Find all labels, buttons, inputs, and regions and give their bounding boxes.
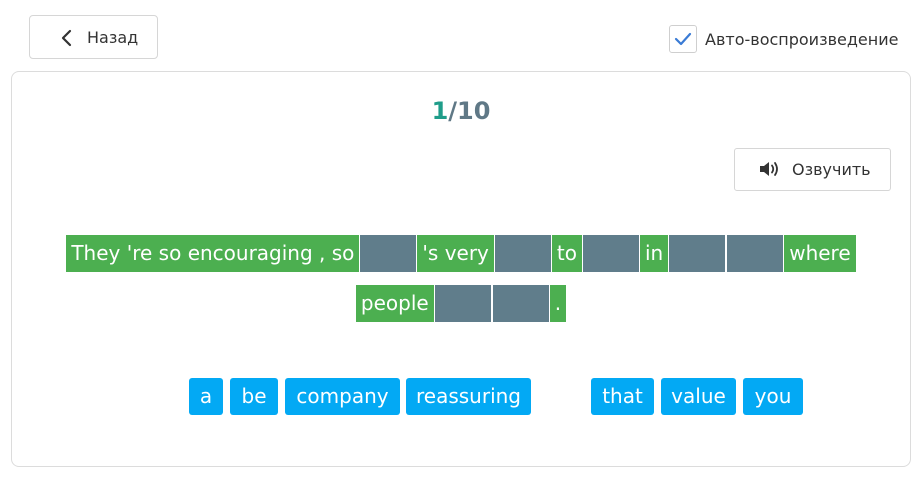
sentence-line-1: They 're so encouraging , so 's very to …: [12, 235, 910, 272]
blank-slot[interactable]: [727, 235, 784, 272]
sentence-segment: where: [784, 235, 856, 272]
progress-total: /10: [448, 97, 491, 125]
blank-slot[interactable]: [360, 235, 417, 272]
word-chip[interactable]: company: [285, 378, 400, 415]
word-chip[interactable]: be: [230, 378, 278, 415]
word-chip[interactable]: value: [661, 378, 736, 415]
back-button-label: Назад: [87, 28, 139, 47]
speak-button[interactable]: Озвучить: [734, 148, 891, 191]
sentence-segment: They 're so encouraging , so: [66, 235, 360, 272]
autoplay-toggle[interactable]: Авто-воспроизведение: [669, 25, 898, 53]
autoplay-label: Авто-воспроизведение: [705, 29, 899, 49]
sentence-segment: people: [355, 285, 434, 322]
speak-button-label: Озвучить: [792, 160, 871, 179]
blank-slot[interactable]: [434, 285, 491, 322]
speaker-icon: [760, 162, 778, 176]
word-chip[interactable]: that: [591, 378, 654, 415]
blank-slot[interactable]: [582, 235, 639, 272]
blank-slot[interactable]: [494, 235, 551, 272]
sentence-segment: .: [549, 285, 567, 322]
word-bank: a be company reassuring that value you: [12, 378, 910, 415]
progress-counter: 1/10: [12, 97, 910, 125]
check-icon: [674, 32, 692, 46]
blank-slot[interactable]: [492, 285, 549, 322]
chevron-left-icon: [61, 29, 72, 47]
sentence-segment: in: [639, 235, 669, 272]
blank-slot[interactable]: [669, 235, 726, 272]
word-chip[interactable]: reassuring: [406, 378, 531, 415]
sentence-segment: to: [551, 235, 582, 272]
autoplay-checkbox[interactable]: [669, 25, 697, 53]
exercise-card: 1/10 Озвучить They 're so encouraging , …: [11, 71, 911, 467]
word-chip[interactable]: you: [743, 378, 803, 415]
back-button[interactable]: Назад: [29, 15, 158, 59]
sentence-segment: 's very: [417, 235, 494, 272]
word-chip[interactable]: a: [189, 378, 223, 415]
progress-current: 1: [431, 97, 449, 125]
sentence-line-2: people .: [12, 285, 910, 322]
